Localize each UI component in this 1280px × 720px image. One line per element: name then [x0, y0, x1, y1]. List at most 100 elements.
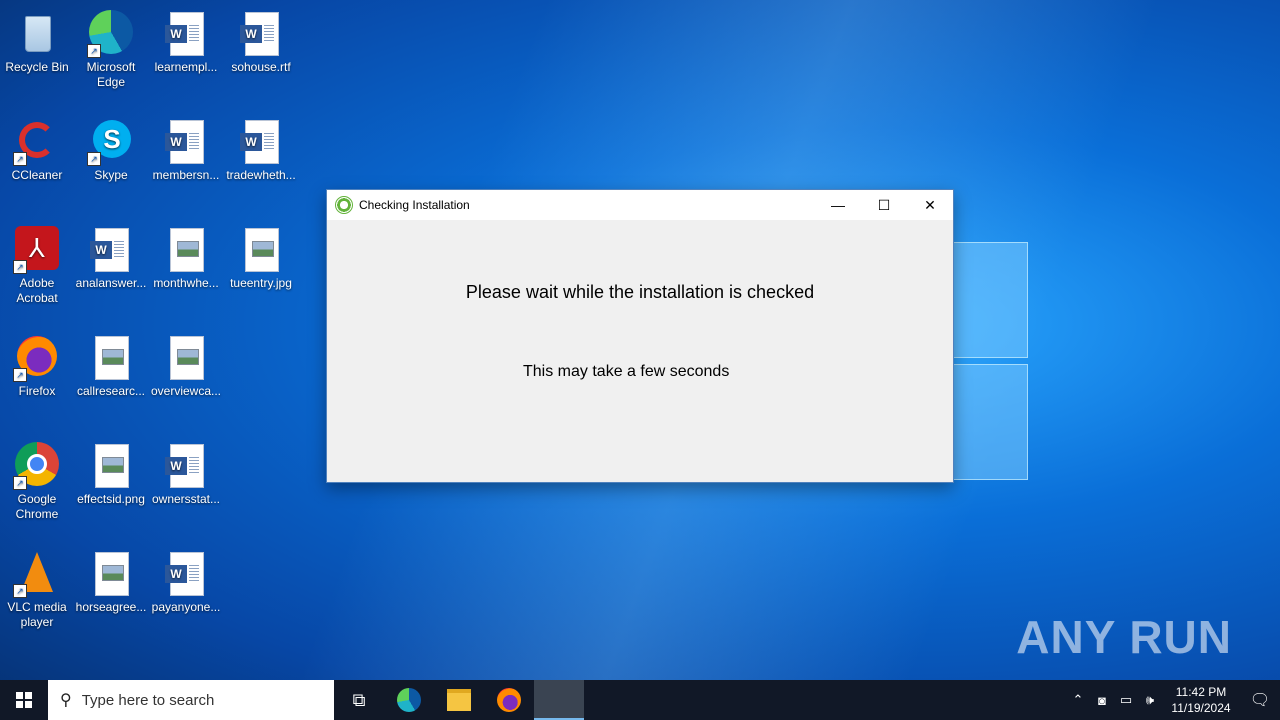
word-document-icon: W	[165, 552, 204, 596]
task-view-icon: ⧉	[352, 689, 366, 710]
close-button[interactable]: ✕	[907, 190, 953, 220]
desktop-icon-monthwhe[interactable]: monthwhe...	[149, 220, 223, 291]
image-file-icon	[95, 336, 129, 380]
minimize-icon: —	[831, 197, 845, 213]
desktop-icon-label: Firefox	[18, 384, 56, 398]
recycle-bin-icon	[25, 16, 51, 52]
image-file-icon	[170, 228, 204, 272]
desktop-icon-analanswer[interactable]: W analanswer...	[74, 220, 148, 291]
desktop-icon-label: Google Chrome	[15, 492, 59, 521]
notifications-button[interactable]: 🗨	[1240, 680, 1280, 720]
dialog-titlebar[interactable]: Checking Installation — ☐ ✕	[327, 190, 953, 220]
desktop-icon-overviewca[interactable]: overviewca...	[149, 328, 223, 399]
image-file-icon	[95, 552, 129, 596]
word-document-icon: W	[240, 120, 279, 164]
desktop-icon-label: VLC media player	[7, 600, 67, 629]
folder-icon	[447, 689, 471, 711]
camera-icon[interactable]: ◙	[1090, 693, 1114, 708]
desktop-icon-label: learnempl...	[154, 60, 218, 74]
desktop-icon-label: CCleaner	[11, 168, 63, 182]
chevron-up-icon[interactable]: ⌃	[1066, 692, 1090, 708]
word-document-icon: W	[165, 120, 204, 164]
desktop-icon-callresearch[interactable]: callresearc...	[74, 328, 148, 399]
shortcut-arrow-icon: ↗	[13, 260, 27, 274]
desktop-icon-learnempl[interactable]: W learnempl...	[149, 4, 223, 75]
desktop-icon-effectsid[interactable]: effectsid.png	[74, 436, 148, 507]
image-file-icon	[170, 336, 204, 380]
desktop-icon-label: payanyone...	[151, 600, 221, 614]
shortcut-arrow-icon: ↗	[87, 152, 101, 166]
desktop-icon-label: effectsid.png	[77, 492, 145, 506]
desktop-icon-label: overviewca...	[150, 384, 222, 398]
desktop-icon-ccleaner[interactable]: ↗ CCleaner	[0, 112, 74, 183]
taskbar-firefox-button[interactable]	[484, 680, 534, 720]
taskbar-clock[interactable]: 11:42 PM 11/19/2024	[1166, 684, 1236, 716]
maximize-icon: ☐	[877, 196, 891, 213]
search-icon: ⚲	[60, 692, 72, 709]
shortcut-arrow-icon: ↗	[87, 44, 101, 58]
desktop-icon-sohouse[interactable]: W sohouse.rtf	[224, 4, 298, 75]
desktop-icon-label: tradewheth...	[226, 168, 296, 182]
desktop-icon-ownersstat[interactable]: W ownersstat...	[149, 436, 223, 507]
desktop-icon-payanyone[interactable]: W payanyone...	[149, 544, 223, 615]
desktop-icon-label: Adobe Acrobat	[16, 276, 58, 305]
desktop-icon-tueentry[interactable]: tueentry.jpg	[224, 220, 298, 291]
system-tray: ⌃ ◙ ▭ 🕪 11:42 PM 11/19/2024 🗨	[1066, 680, 1280, 720]
word-document-icon: W	[165, 444, 204, 488]
desktop-icon-label: membersn...	[152, 168, 220, 182]
taskbar-edge-button[interactable]	[384, 680, 434, 720]
desktop-icon-label: Microsoft Edge	[86, 60, 136, 89]
word-document-icon: W	[165, 12, 204, 56]
desktop-icon-label: callresearc...	[76, 384, 146, 398]
desktop-icon-adobe-acrobat[interactable]: ⅄ ↗ Adobe Acrobat	[0, 220, 74, 306]
wallpaper-windows-logo	[952, 242, 1028, 480]
taskbar-search-box[interactable]: ⚲	[48, 680, 334, 720]
dialog-headline: Please wait while the installation is ch…	[465, 282, 815, 302]
task-view-button[interactable]: ⧉	[334, 680, 384, 720]
desktop-icon-recycle-bin[interactable]: Recycle Bin	[0, 4, 74, 75]
notification-icon: 🗨	[1249, 692, 1271, 709]
anyrun-watermark: ANY RUN	[1016, 611, 1232, 663]
volume-icon[interactable]: 🕪	[1138, 692, 1162, 708]
shortcut-arrow-icon: ↗	[13, 584, 27, 598]
desktop-icon-google-chrome[interactable]: ↗ Google Chrome	[0, 436, 74, 522]
dialog-title: Checking Installation	[359, 198, 470, 212]
desktop-icon-skype[interactable]: S ↗ Skype	[74, 112, 148, 183]
firefox-icon	[497, 688, 521, 712]
edge-icon	[397, 688, 421, 712]
shortcut-arrow-icon: ↗	[13, 152, 27, 166]
desktop-icon-label: horseagree...	[75, 600, 147, 614]
desktop-icon-horseagree[interactable]: horseagree...	[74, 544, 148, 615]
taskbar-file-explorer-button[interactable]	[434, 680, 484, 720]
word-document-icon: W	[90, 228, 129, 272]
desktop-icon-label: sohouse.rtf	[231, 60, 291, 74]
desktop-icon-label: monthwhe...	[153, 276, 219, 290]
word-document-icon: W	[240, 12, 279, 56]
app-logo-icon	[335, 196, 353, 214]
minimize-button[interactable]: —	[815, 190, 861, 220]
desktop-icon-label: Skype	[94, 168, 128, 182]
search-input[interactable]	[79, 690, 314, 710]
network-icon[interactable]: ▭	[1114, 692, 1138, 708]
desktop-icon-firefox[interactable]: ↗ Firefox	[0, 328, 74, 399]
desktop-icon-label: tueentry.jpg	[230, 276, 292, 290]
taskbar-active-app-button[interactable]	[534, 680, 584, 720]
clock-time: 11:42 PM	[1175, 685, 1227, 699]
clock-date: 11/19/2024	[1171, 701, 1231, 715]
desktop-icon-tradewheth[interactable]: W tradewheth...	[224, 112, 298, 183]
close-icon: ✕	[924, 196, 936, 213]
desktop-icon-label: ownersstat...	[151, 492, 221, 506]
desktop-icon-label: analanswer...	[75, 276, 147, 290]
checking-installation-dialog: Checking Installation — ☐ ✕ Please wait …	[326, 189, 954, 483]
desktop-icon-membersn[interactable]: W membersn...	[149, 112, 223, 183]
desktop-icon-microsoft-edge[interactable]: ↗ Microsoft Edge	[74, 4, 148, 90]
maximize-button[interactable]: ☐	[861, 190, 907, 220]
desktop-icon-label: Recycle Bin	[5, 60, 69, 74]
desktop-icon-vlc[interactable]: ↗ VLC media player	[0, 544, 74, 630]
taskbar: ⚲ ⧉ ⌃ ◙ ▭ 🕪 11:42 PM 11/19/2024 🗨	[0, 680, 1280, 720]
shortcut-arrow-icon: ↗	[13, 368, 27, 382]
dialog-subline: This may take a few seconds	[523, 363, 730, 380]
start-button[interactable]	[0, 680, 48, 720]
image-file-icon	[245, 228, 279, 272]
image-file-icon	[95, 444, 129, 488]
